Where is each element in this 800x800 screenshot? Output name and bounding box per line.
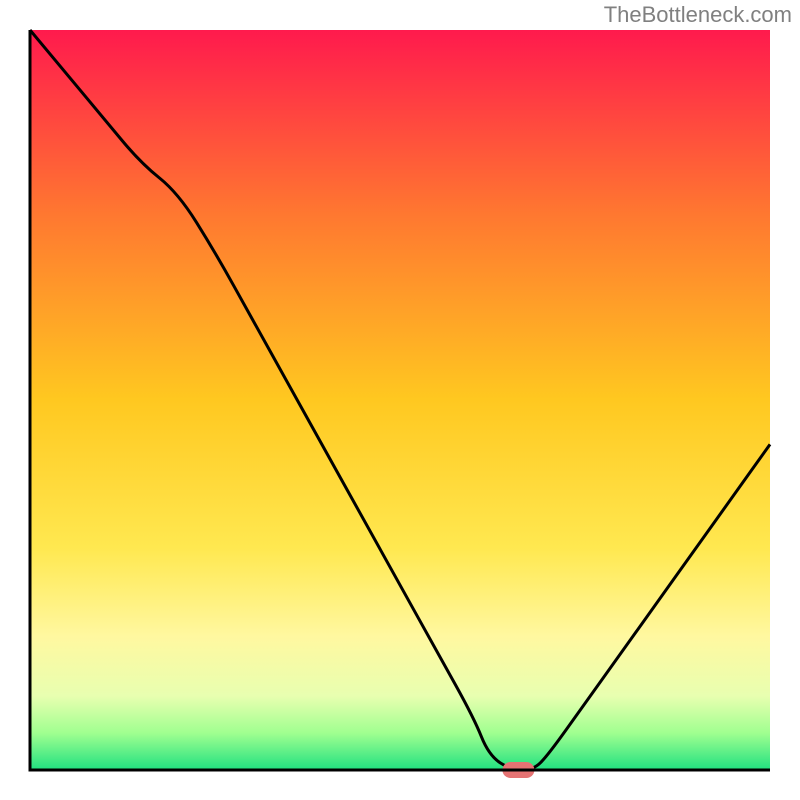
chart-container: TheBottleneck.com [0,0,800,800]
watermark-text: TheBottleneck.com [604,2,792,28]
bottleneck-chart [0,0,800,800]
